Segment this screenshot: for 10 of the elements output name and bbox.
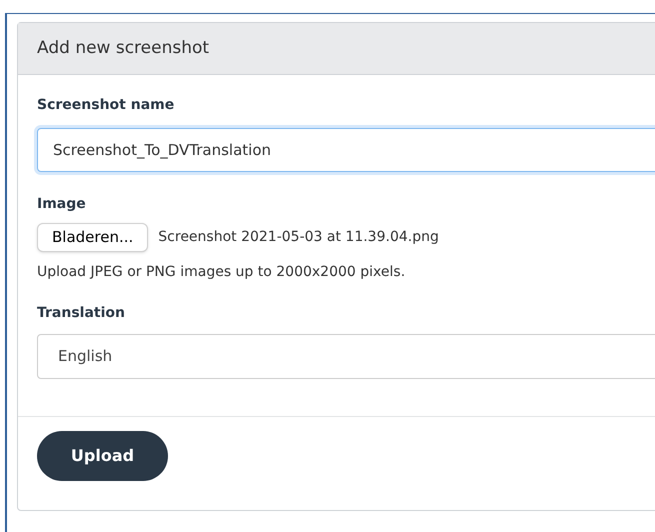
card-title: Add new screenshot <box>37 36 210 60</box>
upload-button[interactable]: Upload <box>37 431 168 481</box>
field-label: Screenshot name <box>37 96 176 115</box>
file-name: Screenshot 2021-05-03 at 11.39.04.png <box>158 228 439 247</box>
help-text: Upload JPEG or PNG images up to 2000x2000 pixels. <box>37 263 406 282</box>
browse-button[interactable]: Bladeren... <box>37 223 148 252</box>
translation-select[interactable]: English <box>37 334 655 379</box>
field-label: Image <box>37 195 87 214</box>
name-input[interactable]: Screenshot_To_DVTranslation <box>37 128 655 172</box>
field-label: Translation <box>37 304 126 323</box>
